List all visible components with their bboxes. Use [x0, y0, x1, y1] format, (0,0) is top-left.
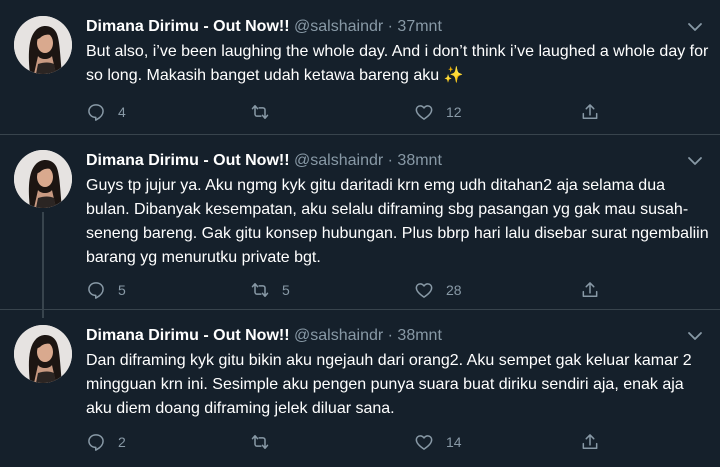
divider	[0, 309, 720, 310]
reply-icon	[86, 102, 106, 122]
reply-count: 5	[118, 282, 126, 298]
reply-icon	[86, 280, 106, 300]
retweet-count: 5	[282, 282, 290, 298]
share-icon	[580, 280, 600, 300]
heart-icon	[414, 102, 434, 122]
heart-icon	[414, 432, 434, 452]
tweet-header: Dimana Dirimu - Out Now!! @salshaindr · …	[86, 327, 442, 344]
user-handle[interactable]: @salshaindr	[294, 327, 383, 344]
tweet-header: Dimana Dirimu - Out Now!! @salshaindr · …	[86, 152, 442, 169]
user-handle[interactable]: @salshaindr	[294, 152, 383, 169]
share-icon	[580, 432, 600, 452]
tweet-actions: 2 14	[86, 431, 706, 453]
reply-count: 4	[118, 104, 126, 120]
tweet-time[interactable]: 38mnt	[397, 327, 441, 344]
avatar[interactable]	[14, 16, 72, 74]
tweet-actions: 5 5 28	[86, 279, 706, 301]
display-name[interactable]: Dimana Dirimu - Out Now!!	[86, 152, 290, 169]
tweet-header: Dimana Dirimu - Out Now!! @salshaindr · …	[86, 18, 442, 35]
tweet-3[interactable]: Dimana Dirimu - Out Now!! @salshaindr · …	[0, 325, 720, 455]
avatar-image	[14, 150, 72, 208]
tweet-time[interactable]: 38mnt	[397, 152, 441, 169]
share-button[interactable]	[580, 101, 600, 123]
share-icon	[580, 102, 600, 122]
retweet-button[interactable]: 5	[250, 279, 290, 301]
chevron-down-icon[interactable]	[686, 329, 704, 343]
tweet-2[interactable]: Dimana Dirimu - Out Now!! @salshaindr · …	[0, 150, 720, 318]
like-count: 28	[446, 282, 462, 298]
divider	[0, 134, 720, 135]
like-button[interactable]: 14	[414, 431, 462, 453]
share-button[interactable]	[580, 279, 600, 301]
retweet-icon	[250, 102, 270, 122]
reply-button[interactable]: 5	[86, 279, 126, 301]
avatar-image	[14, 325, 72, 383]
chevron-down-icon[interactable]	[686, 20, 704, 34]
tweet-text: Guys tp jujur ya. Aku ngmg kyk gitu dari…	[86, 177, 709, 266]
reply-count: 2	[118, 434, 126, 450]
share-button[interactable]	[580, 431, 600, 453]
like-count: 12	[446, 104, 462, 120]
retweet-button[interactable]	[250, 101, 282, 123]
reply-icon	[86, 432, 106, 452]
like-count: 14	[446, 434, 462, 450]
avatar[interactable]	[14, 150, 72, 208]
like-button[interactable]: 28	[414, 279, 462, 301]
heart-icon	[414, 280, 434, 300]
tweet-1[interactable]: Dimana Dirimu - Out Now!! @salshaindr · …	[0, 16, 720, 134]
retweet-button[interactable]	[250, 431, 282, 453]
display-name[interactable]: Dimana Dirimu - Out Now!!	[86, 18, 290, 35]
reply-button[interactable]: 2	[86, 431, 126, 453]
retweet-icon	[250, 280, 270, 300]
thread-line	[42, 212, 44, 318]
tweet-text: But also, i’ve been laughing the whole d…	[86, 43, 709, 84]
tweet-actions: 4 12	[86, 101, 706, 123]
chevron-down-icon[interactable]	[686, 154, 704, 168]
avatar[interactable]	[14, 325, 72, 383]
tweet-text: Dan diframing kyk gitu bikin aku ngejauh…	[86, 352, 692, 417]
reply-button[interactable]: 4	[86, 101, 126, 123]
tweet-time[interactable]: 37mnt	[397, 18, 441, 35]
avatar-image	[14, 16, 72, 74]
retweet-icon	[250, 432, 270, 452]
display-name[interactable]: Dimana Dirimu - Out Now!!	[86, 327, 290, 344]
like-button[interactable]: 12	[414, 101, 462, 123]
user-handle[interactable]: @salshaindr	[294, 18, 383, 35]
